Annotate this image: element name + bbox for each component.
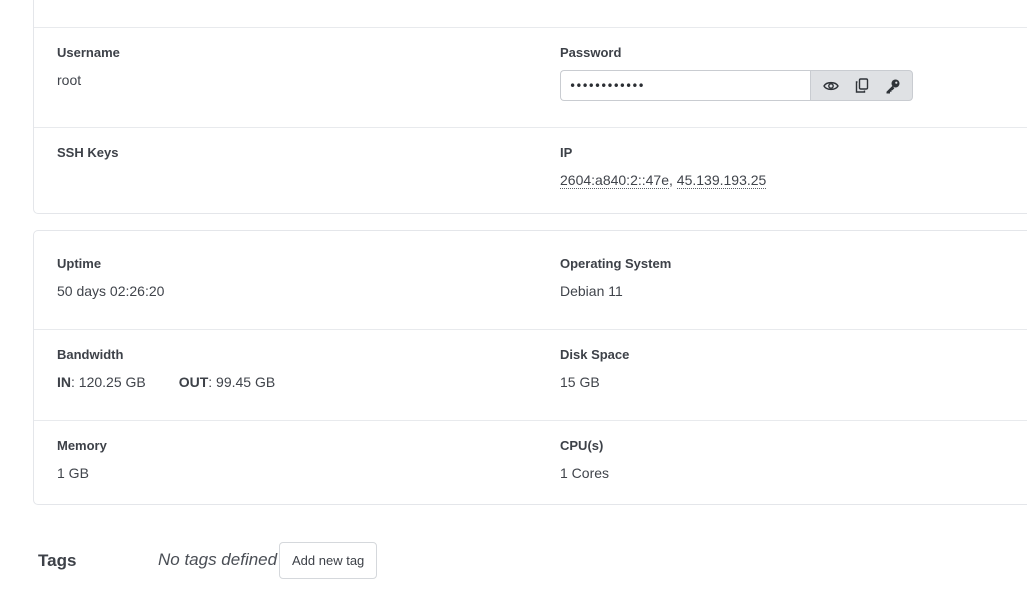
key-icon (886, 79, 899, 93)
memory-label: Memory (57, 438, 107, 453)
tags-title: Tags (38, 551, 77, 570)
password-label: Password (560, 45, 622, 60)
bandwidth-in: IN: 120.25 GB (57, 373, 146, 391)
uptime-field: Uptime 50 days 02:26:20 (57, 256, 164, 300)
access-card: Username root Password •••••••••••• SSH … (33, 0, 1027, 214)
cpu-field: CPU(s) 1 Cores (560, 438, 609, 482)
os-value: Debian 11 (560, 283, 623, 299)
ipv6-link[interactable]: 2604:a840:2::47e (560, 172, 669, 189)
bandwidth-in-value: : 120.25 GB (71, 374, 146, 390)
bandwidth-out-label: OUT (178, 374, 209, 390)
stats-card: Uptime 50 days 02:26:20 Operating System… (33, 230, 1027, 505)
password-actions (810, 70, 913, 101)
bandwidth-field: Bandwidth IN: 120.25 GB OUT: 99.45 GB (57, 347, 275, 391)
eye-icon (822, 81, 839, 90)
credentials-row: Username root Password (34, 27, 1027, 128)
cpu-value: 1 Cores (560, 465, 610, 481)
ssh-keys-label: SSH Keys (57, 145, 119, 160)
username-field: Username root (57, 45, 120, 89)
tags-section: Tags No tags defined Add new tag (38, 542, 1027, 580)
ipv4-link[interactable]: 45.139.193.25 (676, 172, 767, 189)
ssh-keys-field: SSH Keys (57, 145, 118, 161)
password-input[interactable] (560, 70, 810, 101)
password-field: Password (560, 45, 913, 101)
card-top-spacer (34, 0, 1027, 27)
os-label: Operating System (560, 256, 672, 271)
network-row: SSH Keys IP 2604:a840:2::47e, 45.139.193… (34, 127, 1027, 215)
disk-label: Disk Space (560, 347, 630, 362)
ip-label: IP (560, 145, 573, 160)
password-group (560, 70, 913, 101)
bandwidth-label: Bandwidth (57, 347, 124, 362)
memory-field: Memory 1 GB (57, 438, 107, 482)
username-value: root (57, 72, 82, 88)
copy-icon (855, 78, 868, 93)
disk-value: 15 GB (560, 374, 600, 390)
bandwidth-out: OUT: 99.45 GB (179, 373, 276, 391)
uptime-row: Uptime 50 days 02:26:20 Operating System… (34, 231, 1027, 329)
bandwidth-in-label: IN (57, 374, 71, 390)
username-label: Username (57, 45, 120, 60)
bandwidth-row: Bandwidth IN: 120.25 GB OUT: 99.45 GB Dis… (34, 329, 1027, 421)
ip-field: IP 2604:a840:2::47e, 45.139.193.25 (560, 145, 767, 189)
os-field: Operating System Debian 11 (560, 256, 671, 300)
ip-value: 2604:a840:2::47e, 45.139.193.25 (560, 171, 767, 189)
show-password-button[interactable] (815, 71, 846, 100)
bandwidth-value: IN: 120.25 GB OUT: 99.45 GB (57, 373, 275, 391)
cpu-label: CPU(s) (560, 438, 604, 453)
add-tag-button[interactable]: Add new tag (279, 542, 378, 579)
ip-separator: , (669, 172, 677, 188)
disk-field: Disk Space 15 GB (560, 347, 629, 391)
uptime-label: Uptime (57, 256, 102, 271)
copy-password-button[interactable] (846, 71, 877, 100)
memory-value: 1 GB (57, 465, 89, 481)
bandwidth-out-value: : 99.45 GB (208, 374, 276, 390)
resources-row: Memory 1 GB CPU(s) 1 Cores (34, 420, 1027, 505)
uptime-value: 50 days 02:26:20 (57, 283, 165, 299)
reset-password-button[interactable] (877, 71, 908, 100)
tags-empty-text: No tags defined (158, 550, 278, 569)
